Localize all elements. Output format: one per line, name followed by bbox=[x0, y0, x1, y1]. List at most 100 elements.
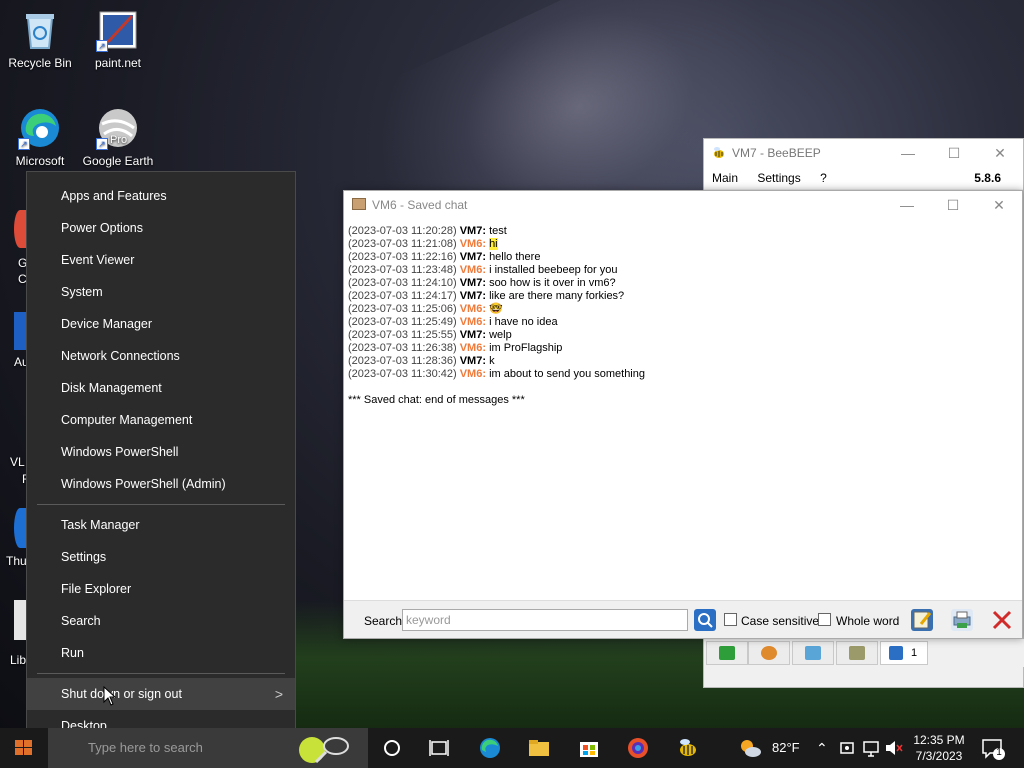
menu-item-windows-powershell[interactable]: Windows PowerShell bbox=[27, 436, 295, 468]
menu-separator bbox=[37, 673, 285, 674]
desktop-icon-partial-chrome[interactable] bbox=[14, 210, 26, 248]
maximize-button[interactable]: ☐ bbox=[930, 191, 976, 219]
desktop-icon-recycle-bin[interactable]: Recycle Bin bbox=[0, 8, 80, 70]
tab-network[interactable] bbox=[836, 641, 878, 665]
action-center-button[interactable]: 1 bbox=[980, 736, 1006, 760]
chat-title-bar[interactable]: VM6 - Saved chat — ☐ ✕ bbox=[344, 191, 1022, 219]
message-timestamp: (2023-07-03 11:25:49) bbox=[348, 316, 457, 328]
task-view-icon[interactable] bbox=[428, 736, 452, 760]
close-button[interactable]: ✕ bbox=[977, 139, 1023, 167]
menu-item-windows-powershell-admin[interactable]: Windows PowerShell (Admin) bbox=[27, 468, 295, 500]
winx-context-menu: Apps and Features Power Options Event View… bbox=[26, 171, 296, 749]
shortcut-arrow-icon: ↗ bbox=[18, 138, 30, 150]
chat-message-row: (2023-07-03 11:24:10) VM7: soo how is it… bbox=[348, 277, 1018, 290]
message-timestamp: (2023-07-03 11:21:08) bbox=[348, 238, 457, 250]
menu-item-disk-management[interactable]: Disk Management bbox=[27, 372, 295, 404]
windows-logo-icon bbox=[15, 740, 32, 755]
message-text: i have no idea bbox=[489, 316, 558, 328]
message-timestamp: (2023-07-03 11:23:48) bbox=[348, 264, 457, 276]
chat-message-row: (2023-07-03 11:25:06) VM6: 🤓 bbox=[348, 303, 1018, 316]
chat-search-bar: Search Case sensitive Whole word bbox=[344, 600, 1022, 638]
message-user: VM6: bbox=[459, 316, 486, 328]
desktop-icon-paint-net[interactable]: ↗ paint.net bbox=[78, 8, 158, 70]
search-input[interactable] bbox=[402, 609, 688, 631]
message-timestamp: (2023-07-03 11:30:42) bbox=[348, 368, 457, 380]
message-user: VM6: bbox=[459, 342, 486, 354]
tab-groups[interactable] bbox=[748, 641, 790, 665]
chat-message-row: (2023-07-03 11:22:16) VM7: hello there bbox=[348, 251, 1018, 264]
menu-item-power-options[interactable]: Power Options bbox=[27, 212, 295, 244]
chevron-up-icon[interactable]: ⌃ bbox=[816, 728, 828, 768]
close-button[interactable]: ✕ bbox=[976, 191, 1022, 219]
monitor-icon bbox=[719, 646, 735, 660]
message-user: VM7: bbox=[459, 251, 486, 263]
desktop-icon-google-earth[interactable]: Pro ↗ Google Earth bbox=[78, 106, 158, 168]
message-text: k bbox=[489, 355, 495, 367]
beebeep-taskbar-icon[interactable] bbox=[676, 736, 700, 760]
taskbar-clock[interactable]: 12:35 PM 7/3/2023 bbox=[900, 732, 978, 764]
saved-chat-window[interactable]: VM6 - Saved chat — ☐ ✕ (2023-07-03 11:20… bbox=[343, 190, 1023, 639]
beebeep-title-bar[interactable]: VM7 - BeeBEEP — ☐ ✕ bbox=[704, 139, 1023, 167]
whole-word-checkbox[interactable] bbox=[818, 613, 831, 626]
beebeep-menu-bar: Main Settings ? 5.8.6 bbox=[704, 167, 1023, 189]
beebeep-tab-bar: 1 bbox=[704, 639, 1024, 667]
message-user: VM7: bbox=[459, 277, 486, 289]
microsoft-store-icon[interactable] bbox=[577, 736, 601, 760]
menu-item-device-manager[interactable]: Device Manager bbox=[27, 308, 295, 340]
webcam-icon[interactable] bbox=[838, 736, 856, 760]
search-button[interactable] bbox=[694, 609, 716, 631]
desktop-icon-microsoft-edge[interactable]: ↗ Microsoft bbox=[0, 106, 80, 168]
menu-item-network-connections[interactable]: Network Connections bbox=[27, 340, 295, 372]
edge-icon: ↗ bbox=[18, 106, 62, 150]
desktop-icon-partial-app[interactable] bbox=[14, 312, 26, 350]
menu-settings[interactable]: Settings bbox=[749, 171, 808, 185]
menu-main[interactable]: Main bbox=[704, 171, 746, 185]
network-users-icon bbox=[849, 646, 865, 660]
menu-item-settings[interactable]: Settings bbox=[27, 541, 295, 573]
menu-item-task-manager[interactable]: Task Manager bbox=[27, 509, 295, 541]
desktop-icon-partial-thunderbird[interactable] bbox=[14, 508, 26, 548]
saved-chat-icon bbox=[889, 646, 903, 660]
tab-online-users[interactable] bbox=[706, 641, 748, 665]
minimize-button[interactable]: — bbox=[885, 139, 931, 167]
desktop-icon-partial-label: VL bbox=[10, 455, 25, 469]
chat-messages-view[interactable]: (2023-07-03 11:20:28) VM7: test (2023-07-… bbox=[348, 225, 1018, 600]
message-timestamp: (2023-07-03 11:28:36) bbox=[348, 355, 457, 367]
case-sensitive-checkbox[interactable] bbox=[724, 613, 737, 626]
menu-item-event-viewer[interactable]: Event Viewer bbox=[27, 244, 295, 276]
notification-count: 1 bbox=[996, 747, 1002, 758]
delete-button[interactable] bbox=[991, 609, 1013, 631]
cortana-icon[interactable] bbox=[380, 736, 404, 760]
file-explorer-icon[interactable] bbox=[527, 736, 551, 760]
menu-help[interactable]: ? bbox=[812, 171, 835, 185]
menu-item-run[interactable]: Run bbox=[27, 637, 295, 669]
weather-sun-cloud-icon[interactable] bbox=[738, 736, 762, 760]
menu-item-system[interactable]: System bbox=[27, 276, 295, 308]
printer-icon bbox=[953, 611, 971, 628]
firefox-icon[interactable] bbox=[626, 736, 650, 760]
clock-time: 12:35 PM bbox=[913, 733, 965, 747]
chat-message-row: (2023-07-03 11:30:42) VM6: im about to s… bbox=[348, 368, 1018, 381]
clock-date: 7/3/2023 bbox=[915, 749, 963, 763]
message-user: VM7: bbox=[459, 225, 486, 237]
menu-item-computer-management[interactable]: Computer Management bbox=[27, 404, 295, 436]
message-timestamp: (2023-07-03 11:24:17) bbox=[348, 290, 457, 302]
edit-note-button[interactable] bbox=[911, 609, 933, 631]
weather-temperature[interactable]: 82°F bbox=[772, 728, 800, 768]
minimize-button[interactable]: — bbox=[884, 191, 930, 219]
edge-taskbar-icon[interactable] bbox=[478, 736, 502, 760]
tab-chats[interactable] bbox=[792, 641, 834, 665]
chat-title: VM6 - Saved chat bbox=[372, 198, 468, 212]
tab-saved-chats[interactable]: 1 bbox=[880, 641, 928, 665]
network-icon[interactable] bbox=[862, 736, 880, 760]
chat-message-row: (2023-07-03 11:26:38) VM6: im ProFlagshi… bbox=[348, 342, 1018, 355]
menu-item-apps-and-features[interactable]: Apps and Features bbox=[27, 180, 295, 212]
menu-item-shut-down[interactable]: Shut down or sign out > bbox=[27, 678, 295, 710]
message-timestamp: (2023-07-03 11:25:55) bbox=[348, 329, 457, 341]
menu-item-search[interactable]: Search bbox=[27, 605, 295, 637]
desktop-icon-partial-libreoffice[interactable] bbox=[14, 600, 26, 640]
print-button[interactable] bbox=[951, 609, 973, 631]
menu-item-file-explorer[interactable]: File Explorer bbox=[27, 573, 295, 605]
maximize-button[interactable]: ☐ bbox=[931, 139, 977, 167]
start-button[interactable] bbox=[0, 728, 48, 768]
